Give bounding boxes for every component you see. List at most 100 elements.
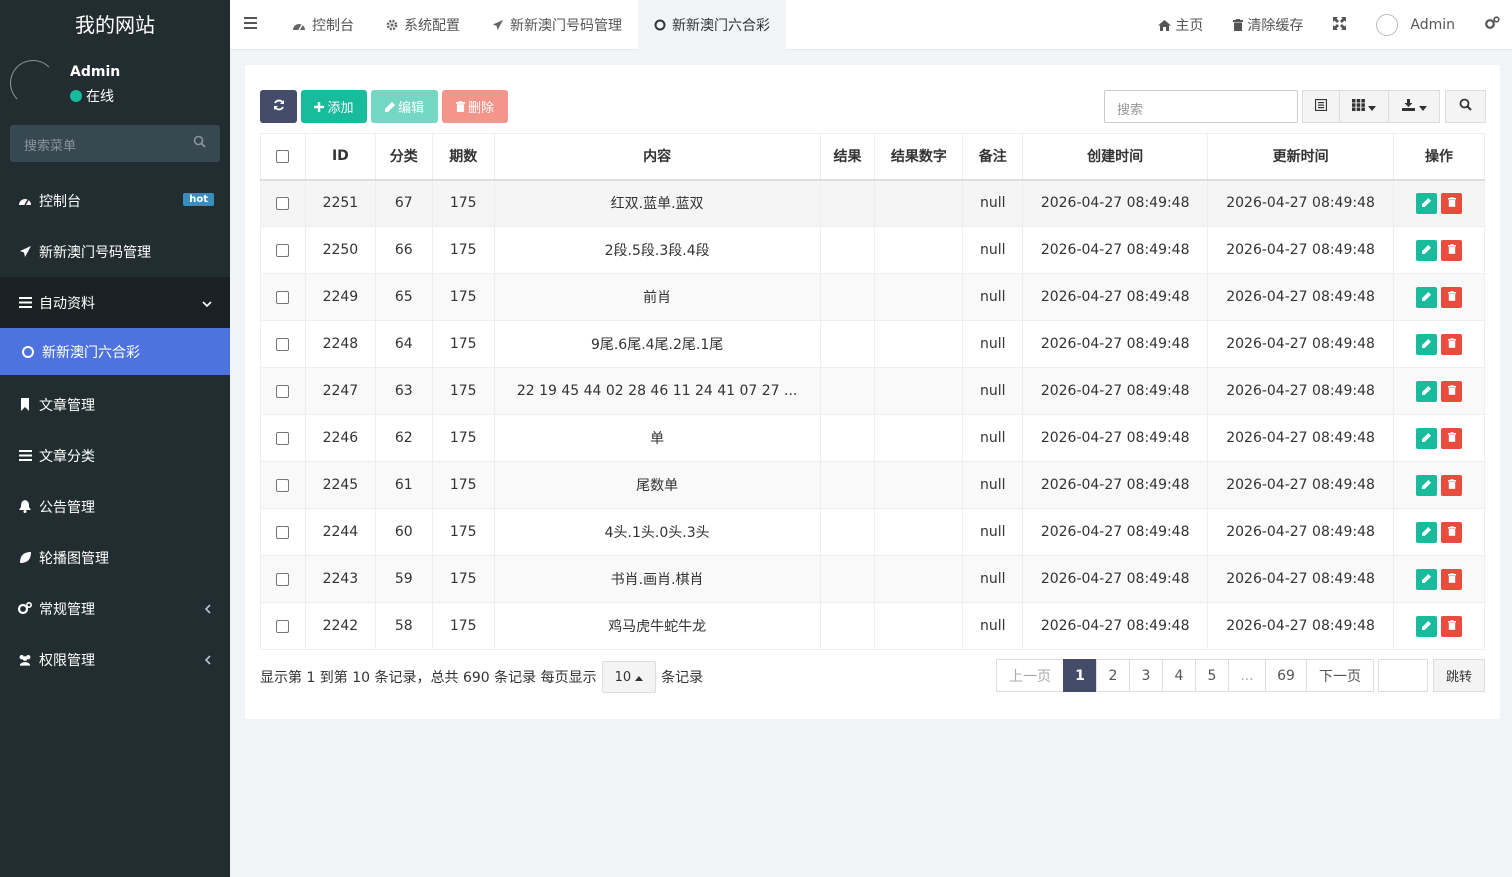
sidebar-item-article-categories[interactable]: 文章分类 xyxy=(0,430,230,481)
refresh-button[interactable] xyxy=(260,90,297,123)
search-icon[interactable] xyxy=(193,135,206,152)
row-select-cell[interactable] xyxy=(260,367,306,415)
home-link[interactable]: 主页 xyxy=(1158,15,1203,35)
row-delete-button[interactable] xyxy=(1441,474,1463,496)
row-edit-button[interactable] xyxy=(1416,521,1438,543)
row-edit-button[interactable] xyxy=(1416,286,1438,308)
sidebar-item-announcements[interactable]: 公告管理 xyxy=(0,481,230,532)
row-delete-button[interactable] xyxy=(1441,239,1463,261)
next-page-button[interactable]: 下一页 xyxy=(1306,659,1374,692)
row-select-cell[interactable] xyxy=(260,414,306,462)
sidebar-item-auto-data[interactable]: 自动资料 xyxy=(0,277,230,328)
sidebar-item-number-management[interactable]: 新新澳门号码管理 xyxy=(0,226,230,277)
row-delete-button[interactable] xyxy=(1441,192,1463,214)
edit-button[interactable]: 编辑 xyxy=(371,90,438,123)
row-checkbox[interactable] xyxy=(276,384,290,398)
tab-dashboard[interactable]: 控制台 xyxy=(276,0,370,50)
jump-page-input[interactable] xyxy=(1378,659,1428,692)
row-select-cell[interactable] xyxy=(260,508,306,556)
row-delete-button[interactable] xyxy=(1441,568,1463,590)
tab-macau-lottery[interactable]: 新新澳门六合彩 xyxy=(638,0,786,50)
row-delete-button[interactable] xyxy=(1441,380,1463,402)
row-edit-button[interactable] xyxy=(1416,192,1438,214)
toggle-view-button[interactable] xyxy=(1302,90,1340,123)
row-select-cell[interactable] xyxy=(260,602,306,650)
row-checkbox[interactable] xyxy=(276,525,290,539)
brand-title[interactable]: 我的网站 xyxy=(0,0,230,50)
settings-button[interactable] xyxy=(1485,16,1500,34)
menu-toggle-icon[interactable] xyxy=(244,17,257,33)
table-row[interactable]: 2249 65 175 前肖 null 2026-04-27 08:49:48 2026-0… xyxy=(260,273,1485,321)
page-button[interactable]: 3 xyxy=(1129,659,1163,692)
row-checkbox[interactable] xyxy=(276,572,290,586)
select-all-cell[interactable] xyxy=(260,133,306,181)
row-edit-button[interactable] xyxy=(1416,427,1438,449)
row-edit-button[interactable] xyxy=(1416,474,1438,496)
page-button[interactable]: 1 xyxy=(1063,659,1097,692)
row-delete-button[interactable] xyxy=(1441,333,1463,355)
row-delete-button[interactable] xyxy=(1441,521,1463,543)
page-button[interactable]: 4 xyxy=(1162,659,1196,692)
page-button[interactable]: 69 xyxy=(1265,659,1307,692)
table-row[interactable]: 2243 59 175 书肖.画肖.棋肖 null 2026-04-27 08:49:48… xyxy=(260,555,1485,603)
tab-number-management[interactable]: 新新澳门号码管理 xyxy=(476,0,638,50)
jump-button[interactable]: 跳转 xyxy=(1433,659,1485,692)
row-checkbox[interactable] xyxy=(276,478,290,492)
page-button[interactable]: 5 xyxy=(1195,659,1229,692)
search-toggle-button[interactable] xyxy=(1445,90,1486,123)
row-select-cell[interactable] xyxy=(260,461,306,509)
sidebar-item-macau-lottery[interactable]: 新新澳门六合彩 xyxy=(0,328,230,375)
row-checkbox[interactable] xyxy=(276,337,290,351)
row-edit-button[interactable] xyxy=(1416,239,1438,261)
table-row[interactable]: 2245 61 175 尾数单 null 2026-04-27 08:49:48 2026-… xyxy=(260,461,1485,509)
row-edit-button[interactable] xyxy=(1416,380,1438,402)
column-header[interactable]: ID xyxy=(305,133,376,181)
table-row[interactable]: 2251 67 175 红双.蓝单.蓝双 null 2026-04-27 08:49:48… xyxy=(260,179,1485,227)
table-row[interactable]: 2250 66 175 2段.5段.3段.4段 null 2026-04-27 08:49… xyxy=(260,226,1485,274)
sidebar-item-permissions[interactable]: 权限管理 xyxy=(0,634,230,685)
row-delete-button[interactable] xyxy=(1441,286,1463,308)
row-checkbox[interactable] xyxy=(276,243,290,257)
sidebar-item-articles[interactable]: 文章管理 xyxy=(0,379,230,430)
table-row[interactable]: 2247 63 175 22 19 45 44 02 28 46 11 24 41 0… xyxy=(260,367,1485,415)
column-header[interactable]: 期数 xyxy=(432,133,495,181)
prev-page-button[interactable]: 上一页 xyxy=(996,659,1064,692)
row-edit-button[interactable] xyxy=(1416,568,1438,590)
sidebar-item-carousel[interactable]: 轮播图管理 xyxy=(0,532,230,583)
table-row[interactable]: 2242 58 175 鸡马虎牛蛇牛龙 null 2026-04-27 08:49:48 2… xyxy=(260,602,1485,650)
column-header[interactable]: 分类 xyxy=(375,133,433,181)
row-edit-button[interactable] xyxy=(1416,615,1438,637)
tab-system-config[interactable]: 系统配置 xyxy=(370,0,476,50)
row-select-cell[interactable] xyxy=(260,226,306,274)
columns-button[interactable] xyxy=(1339,90,1389,123)
row-checkbox[interactable] xyxy=(276,290,290,304)
table-row[interactable]: 2246 62 175 单 null 2026-04-27 08:49:48 2026-04… xyxy=(260,414,1485,462)
delete-button[interactable]: 删除 xyxy=(442,90,508,123)
fullscreen-button[interactable] xyxy=(1333,16,1347,34)
page-size-dropdown[interactable]: 10 xyxy=(601,661,657,693)
table-search-input[interactable]: 搜索 xyxy=(1104,90,1298,123)
row-select-cell[interactable] xyxy=(260,273,306,321)
clear-cache-link[interactable]: 清除缓存 xyxy=(1233,15,1303,35)
column-header[interactable]: 结果 xyxy=(820,133,876,181)
row-select-cell[interactable] xyxy=(260,320,306,368)
column-header[interactable]: 创建时间 xyxy=(1022,133,1209,181)
table-row[interactable]: 2244 60 175 4头.1头.0头.3头 null 2026-04-27 08:49… xyxy=(260,508,1485,556)
sidebar-item-dashboard[interactable]: 控制台 hot xyxy=(0,175,230,226)
column-header[interactable]: 备注 xyxy=(962,133,1024,181)
menu-search-input[interactable]: 搜索菜单 xyxy=(10,125,220,162)
sidebar-item-general[interactable]: 常规管理 xyxy=(0,583,230,634)
row-checkbox[interactable] xyxy=(276,431,290,445)
column-header[interactable]: 更新时间 xyxy=(1207,133,1395,181)
column-header[interactable]: 内容 xyxy=(494,133,821,181)
table-row[interactable]: 2248 64 175 9尾.6尾.4尾.2尾.1尾 null 2026-04-27 08… xyxy=(260,320,1485,368)
row-select-cell[interactable] xyxy=(260,555,306,603)
select-all-checkbox[interactable] xyxy=(276,149,290,163)
row-checkbox[interactable] xyxy=(276,196,290,210)
export-button[interactable] xyxy=(1388,90,1440,123)
row-select-cell[interactable] xyxy=(260,179,306,227)
page-button[interactable]: 2 xyxy=(1096,659,1130,692)
row-delete-button[interactable] xyxy=(1441,615,1463,637)
row-edit-button[interactable] xyxy=(1416,333,1438,355)
add-button[interactable]: 添加 xyxy=(301,90,367,123)
